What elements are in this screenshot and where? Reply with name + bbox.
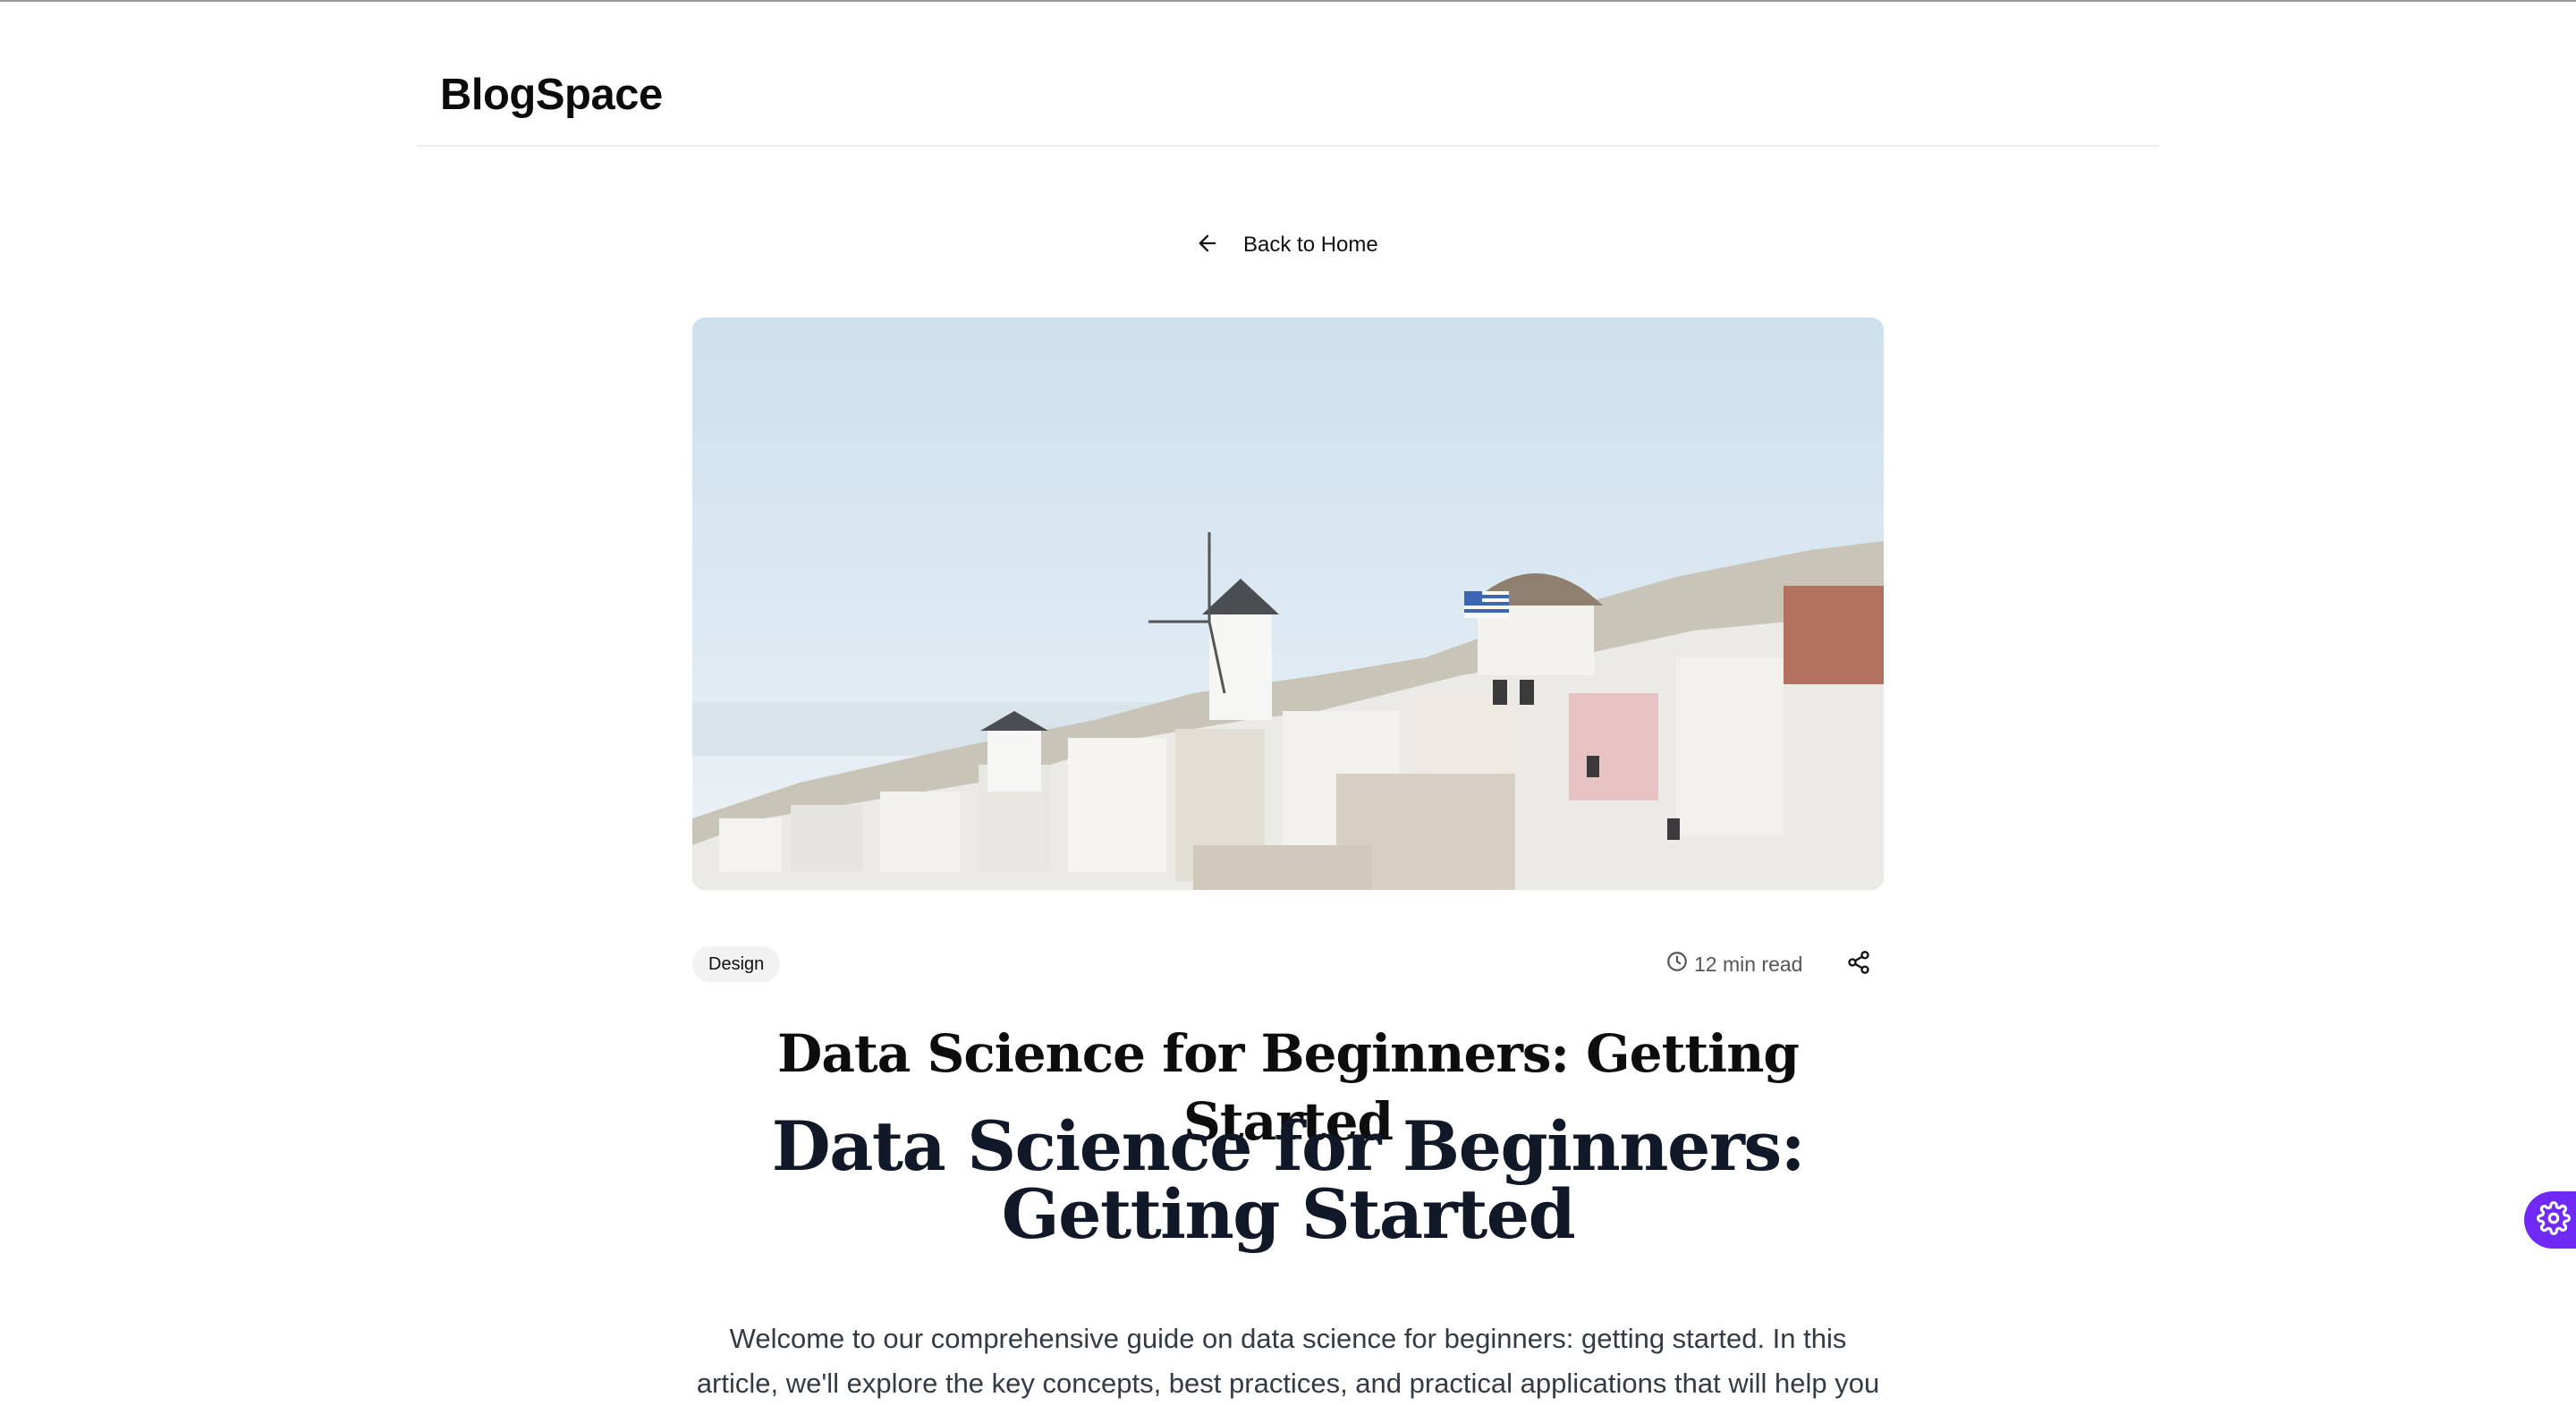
post-meta: Design 12 min read bbox=[692, 946, 1884, 982]
arrow-left-icon bbox=[1195, 231, 1220, 260]
site-header: BlogSpace bbox=[417, 0, 2159, 147]
article-intro: Welcome to our comprehensive guide on da… bbox=[696, 1323, 1880, 1399]
clock-icon bbox=[1665, 950, 1689, 978]
share-icon bbox=[1846, 950, 1871, 979]
read-time: 12 min read bbox=[1665, 946, 1802, 982]
back-to-home-link[interactable]: Back to Home bbox=[1195, 225, 1378, 265]
hero-image bbox=[692, 318, 1884, 890]
article-heading: Data Science for Beginners: Getting Star… bbox=[771, 1106, 1806, 1254]
back-link-label: Back to Home bbox=[1243, 233, 1378, 257]
category-badge[interactable]: Design bbox=[692, 946, 781, 982]
settings-button[interactable] bbox=[2524, 1191, 2576, 1249]
site-logo[interactable]: BlogSpace bbox=[440, 70, 663, 120]
read-time-label: 12 min read bbox=[1694, 952, 1803, 976]
share-button[interactable] bbox=[1843, 948, 1875, 980]
gear-icon bbox=[2537, 1200, 2571, 1240]
